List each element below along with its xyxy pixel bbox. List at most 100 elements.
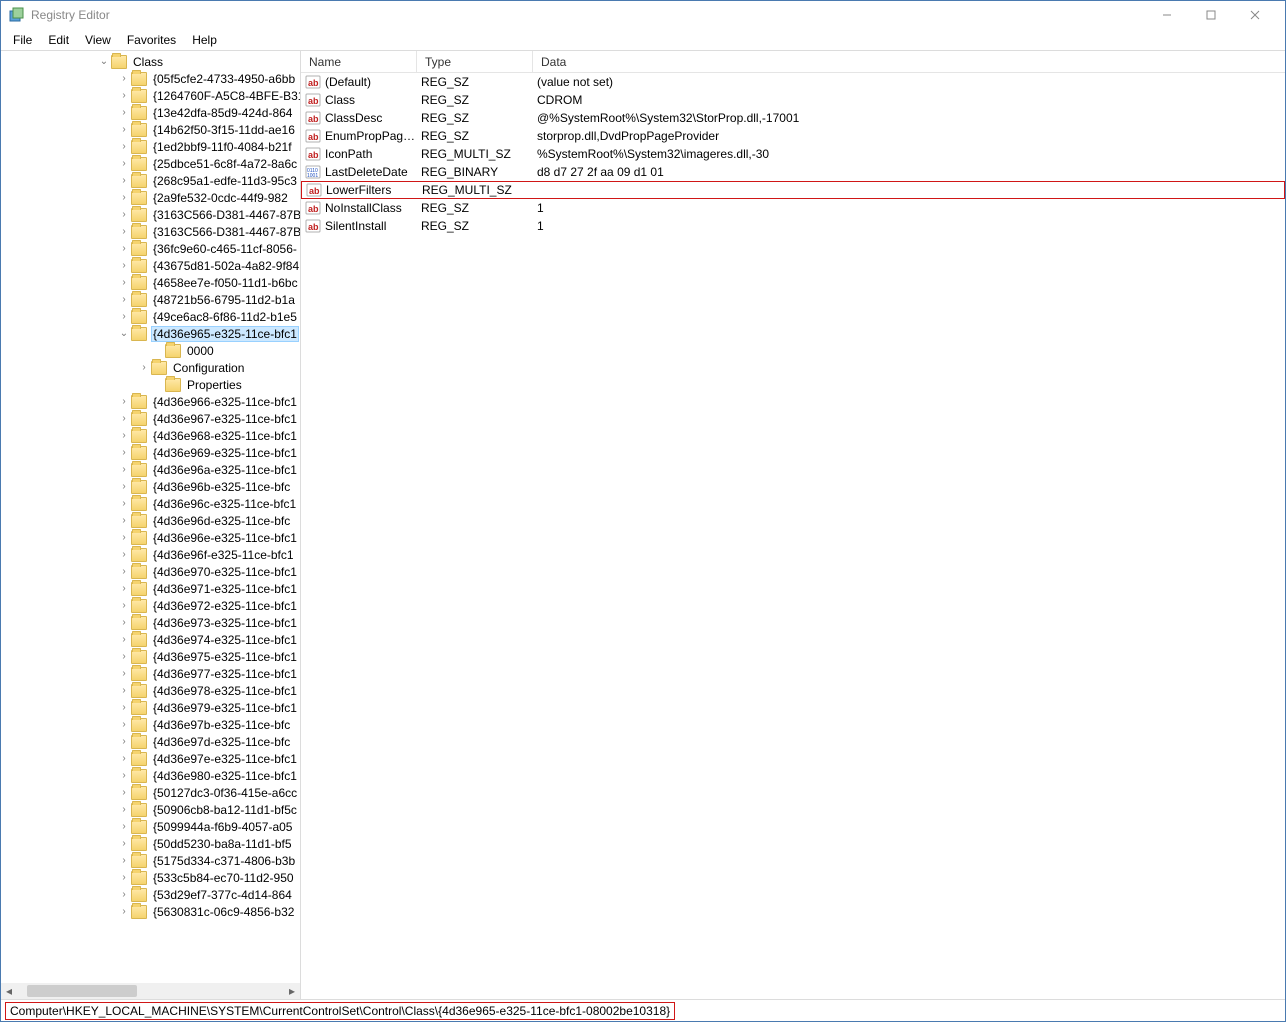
tree-node[interactable]: ›{4d36e972-e325-11ce-bfc1 (1, 597, 300, 614)
expand-icon[interactable]: › (117, 141, 131, 152)
tree-node[interactable]: ›{4d36e96b-e325-11ce-bfc (1, 478, 300, 495)
expand-icon[interactable]: › (117, 447, 131, 458)
tree-node[interactable]: ›{5175d334-c371-4806-b3b (1, 852, 300, 869)
tree-node[interactable]: ›{533c5b84-ec70-11d2-950 (1, 869, 300, 886)
expand-icon[interactable]: › (117, 804, 131, 815)
value-row[interactable]: abNoInstallClassREG_SZ1 (301, 199, 1285, 217)
tree-node[interactable]: ›{5099944a-f6b9-4057-a05 (1, 818, 300, 835)
expand-icon[interactable]: › (117, 872, 131, 883)
tree-node[interactable]: 0000 (1, 342, 300, 359)
expand-icon[interactable]: › (117, 413, 131, 424)
tree-node[interactable]: ›{4d36e977-e325-11ce-bfc1 (1, 665, 300, 682)
expand-icon[interactable]: › (117, 175, 131, 186)
tree-node[interactable]: ›{4d36e974-e325-11ce-bfc1 (1, 631, 300, 648)
maximize-button[interactable] (1189, 1, 1233, 29)
expand-icon[interactable]: ⌄ (117, 328, 131, 339)
expand-icon[interactable]: › (117, 855, 131, 866)
menu-help[interactable]: Help (184, 31, 225, 49)
expand-icon[interactable]: › (117, 277, 131, 288)
expand-icon[interactable]: › (117, 396, 131, 407)
tree-node[interactable]: ›{05f5cfe2-4733-4950-a6bb (1, 70, 300, 87)
tree-node[interactable]: ›{43675d81-502a-4a82-9f84 (1, 257, 300, 274)
expand-icon[interactable]: › (117, 260, 131, 271)
tree-node[interactable]: ›{4d36e96f-e325-11ce-bfc1 (1, 546, 300, 563)
expand-icon[interactable]: › (117, 736, 131, 747)
tree-node[interactable]: ›{4d36e980-e325-11ce-bfc1 (1, 767, 300, 784)
expand-icon[interactable]: › (117, 753, 131, 764)
expand-icon[interactable]: › (117, 515, 131, 526)
tree-node[interactable]: ›{4d36e97b-e325-11ce-bfc (1, 716, 300, 733)
expand-icon[interactable]: › (117, 532, 131, 543)
tree-node[interactable]: ›Configuration (1, 359, 300, 376)
expand-icon[interactable]: › (117, 90, 131, 101)
tree-node[interactable]: ›{4d36e971-e325-11ce-bfc1 (1, 580, 300, 597)
menu-edit[interactable]: Edit (40, 31, 77, 49)
tree-node[interactable]: ›{4d36e96e-e325-11ce-bfc1 (1, 529, 300, 546)
tree-node[interactable]: ›{25dbce51-6c8f-4a72-8a6c (1, 155, 300, 172)
expand-icon[interactable]: › (117, 600, 131, 611)
expand-icon[interactable]: › (117, 821, 131, 832)
expand-icon[interactable]: › (117, 481, 131, 492)
expand-icon[interactable]: › (117, 617, 131, 628)
tree-node[interactable]: ›{1264760F-A5C8-4BFE-B31 (1, 87, 300, 104)
expand-icon[interactable]: › (117, 549, 131, 560)
tree-node[interactable]: ›{2a9fe532-0cdc-44f9-982 (1, 189, 300, 206)
value-row[interactable]: abEnumPropPages...REG_SZstorprop.dll,Dvd… (301, 127, 1285, 145)
expand-icon[interactable]: › (117, 787, 131, 798)
column-data[interactable]: Data (533, 51, 1133, 72)
tree-hscrollbar[interactable]: ◂ ▸ (1, 983, 300, 999)
expand-icon[interactable]: › (117, 294, 131, 305)
tree-node[interactable]: ›{1ed2bbf9-11f0-4084-b21f (1, 138, 300, 155)
tree-node[interactable]: ›{4d36e96c-e325-11ce-bfc1 (1, 495, 300, 512)
expand-icon[interactable]: › (117, 158, 131, 169)
column-name[interactable]: Name (301, 51, 417, 72)
tree-node[interactable]: ›{4d36e969-e325-11ce-bfc1 (1, 444, 300, 461)
close-button[interactable] (1233, 1, 1277, 29)
expand-icon[interactable]: › (117, 770, 131, 781)
expand-icon[interactable]: › (117, 685, 131, 696)
expand-icon[interactable]: › (117, 107, 131, 118)
tree-node[interactable]: ›{36fc9e60-c465-11cf-8056- (1, 240, 300, 257)
tree-node[interactable]: ›{4d36e966-e325-11ce-bfc1 (1, 393, 300, 410)
value-row[interactable]: abClassDescREG_SZ@%SystemRoot%\System32\… (301, 109, 1285, 127)
column-type[interactable]: Type (417, 51, 533, 72)
tree-node[interactable]: ›{50127dc3-0f36-415e-a6cc (1, 784, 300, 801)
tree-node[interactable]: ›{4d36e975-e325-11ce-bfc1 (1, 648, 300, 665)
tree-node[interactable]: ›{4d36e978-e325-11ce-bfc1 (1, 682, 300, 699)
tree-node[interactable]: ›{49ce6ac8-6f86-11d2-b1e5 (1, 308, 300, 325)
value-row[interactable]: abSilentInstallREG_SZ1 (301, 217, 1285, 235)
expand-icon[interactable]: › (117, 702, 131, 713)
tree-node[interactable]: ›{4d36e970-e325-11ce-bfc1 (1, 563, 300, 580)
expand-icon[interactable]: › (117, 209, 131, 220)
value-row[interactable]: 01101001LastDeleteDateREG_BINARYd8 d7 27… (301, 163, 1285, 181)
tree-node[interactable]: ›{4658ee7e-f050-11d1-b6bc (1, 274, 300, 291)
expand-icon[interactable]: › (117, 634, 131, 645)
tree-node[interactable]: ›{4d36e97e-e325-11ce-bfc1 (1, 750, 300, 767)
minimize-button[interactable] (1145, 1, 1189, 29)
tree-node[interactable]: ›{14b62f50-3f15-11dd-ae16 (1, 121, 300, 138)
tree-node[interactable]: ›{13e42dfa-85d9-424d-864 (1, 104, 300, 121)
menu-file[interactable]: File (5, 31, 40, 49)
expand-icon[interactable]: › (117, 311, 131, 322)
tree-node[interactable]: ›{5630831c-06c9-4856-b32 (1, 903, 300, 920)
tree-node[interactable]: ›{4d36e973-e325-11ce-bfc1 (1, 614, 300, 631)
tree-node[interactable]: ›{4d36e96d-e325-11ce-bfc (1, 512, 300, 529)
tree-node[interactable]: ›{3163C566-D381-4467-87B (1, 223, 300, 240)
tree-node[interactable]: ›{4d36e967-e325-11ce-bfc1 (1, 410, 300, 427)
tree-node[interactable]: ›{50906cb8-ba12-11d1-bf5c (1, 801, 300, 818)
tree-node[interactable]: ›{4d36e96a-e325-11ce-bfc1 (1, 461, 300, 478)
expand-icon[interactable]: › (117, 651, 131, 662)
expand-icon[interactable]: › (117, 226, 131, 237)
tree-node[interactable]: ›{50dd5230-ba8a-11d1-bf5 (1, 835, 300, 852)
scroll-left-icon[interactable]: ◂ (1, 983, 17, 999)
expand-icon[interactable]: › (117, 889, 131, 900)
value-row[interactable]: abLowerFiltersREG_MULTI_SZ (301, 181, 1285, 199)
expand-icon[interactable]: › (117, 243, 131, 254)
menu-favorites[interactable]: Favorites (119, 31, 184, 49)
expand-icon[interactable]: › (137, 362, 151, 373)
tree-node[interactable]: ›{4d36e97d-e325-11ce-bfc (1, 733, 300, 750)
expand-icon[interactable]: › (117, 498, 131, 509)
expand-icon[interactable]: › (117, 906, 131, 917)
tree-node[interactable]: ›{4d36e968-e325-11ce-bfc1 (1, 427, 300, 444)
tree-node[interactable]: ›{3163C566-D381-4467-87B (1, 206, 300, 223)
